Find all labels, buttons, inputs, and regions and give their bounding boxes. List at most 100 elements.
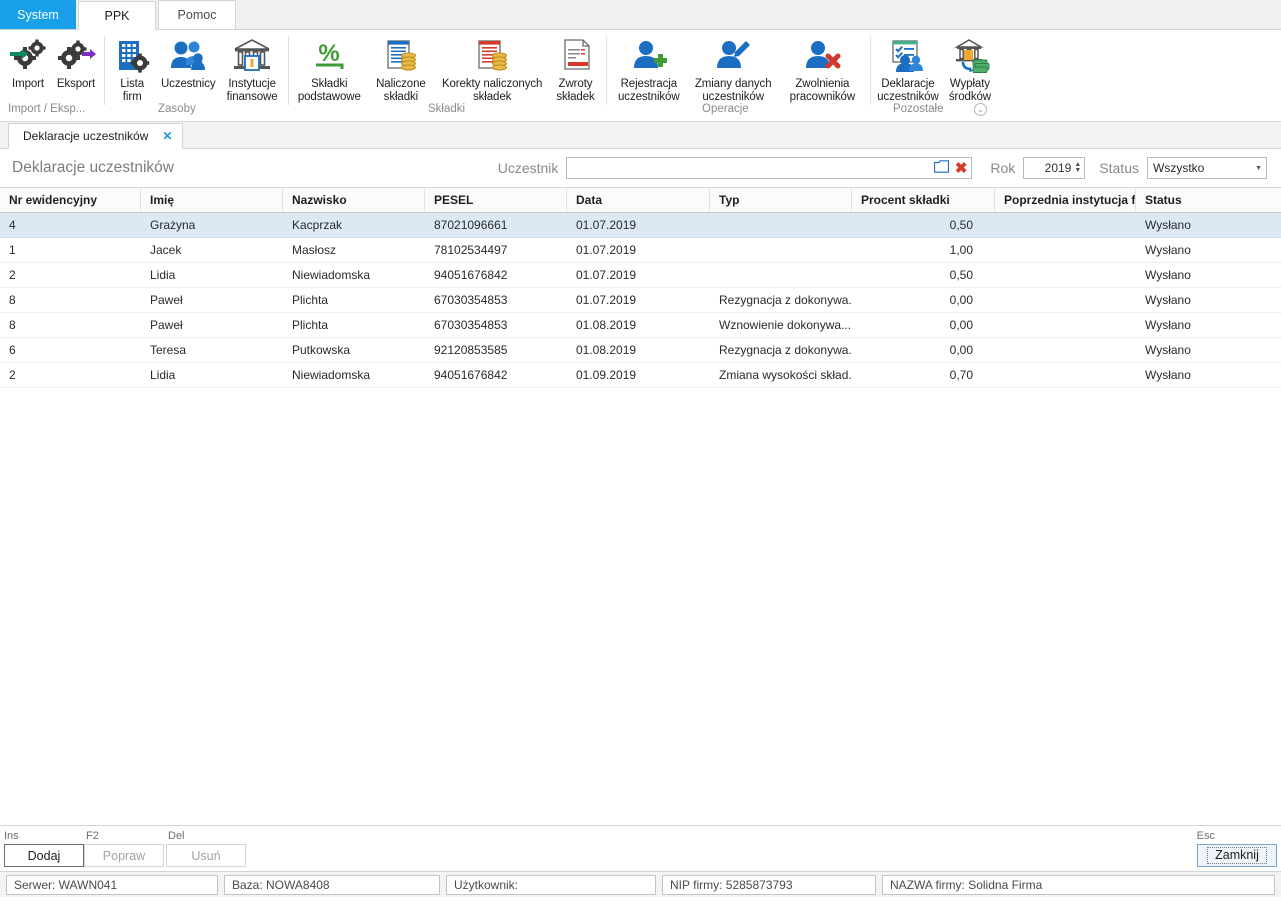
ribbon-button-zwroty-skladek[interactable]: Zwroty składek	[549, 30, 602, 121]
cell-data: 01.07.2019	[576, 293, 637, 307]
ribbon-button-skladki-podstawowe[interactable]: % Składki podstawowe	[292, 30, 367, 121]
checklist-people-icon	[886, 36, 930, 76]
percent-icon: %	[307, 36, 351, 76]
ribbon-button-deklaracje-uczestnikow[interactable]: Deklaracje uczestników	[874, 30, 942, 121]
cell-imie: Jacek	[150, 243, 182, 257]
filter-bar: Deklaracje uczestników Uczestnik ✖ Rok 2…	[0, 149, 1281, 187]
chevron-down-icon[interactable]: ▼	[1255, 165, 1262, 172]
cell-status: Wysłano	[1145, 218, 1191, 232]
cell-status: Wysłano	[1145, 243, 1191, 257]
column-header-status[interactable]: Status	[1136, 188, 1281, 212]
close-button[interactable]: Zamknij	[1197, 844, 1277, 867]
ribbon-button-rejestracja-uczestnikow[interactable]: Rejestracja uczestników	[610, 30, 688, 121]
import-gears-icon	[6, 36, 50, 76]
page-title: Deklaracje uczestników	[12, 159, 174, 176]
column-header-procent-skladki[interactable]: Procent składki	[852, 188, 995, 212]
ribbon-button-lista-firm[interactable]: Lista firm	[108, 30, 156, 121]
cell-status: Wysłano	[1145, 368, 1191, 382]
status-server: Serwer: WAWN041	[6, 874, 218, 895]
cell-nazwisko: Kacprzak	[292, 218, 343, 232]
document-tab-bar: Deklaracje uczestników ✕	[0, 122, 1281, 149]
ribbon-tab-system[interactable]: System	[0, 0, 76, 29]
status-select[interactable]: Wszystko ▼	[1147, 157, 1267, 179]
hotkey-esc: Esc	[1196, 830, 1215, 842]
cell-pesel: 67030354853	[434, 318, 508, 332]
cell-nazwisko: Plichta	[292, 318, 329, 332]
ribbon-button-wyplaty-srodkow[interactable]: Wypłaty środków	[942, 30, 998, 121]
ribbon-button-zwroty-skladek-label: Zwroty składek	[556, 78, 595, 103]
cell-data: 01.08.2019	[576, 318, 637, 332]
delete-button[interactable]: Usuń	[166, 844, 246, 867]
cell-nr: 8	[9, 318, 16, 332]
column-header-pesel[interactable]: PESEL	[425, 188, 567, 212]
column-header-typ[interactable]: Typ	[710, 188, 852, 212]
cell-poprzednia	[995, 313, 1136, 337]
table-row[interactable]: 8 Paweł Plichta 67030354853 01.07.2019 R…	[0, 288, 1281, 313]
table-row[interactable]: 6 Teresa Putkowska 92120853585 01.08.201…	[0, 338, 1281, 363]
document-tab-deklaracje-uczestnikow[interactable]: Deklaracje uczestników ✕	[8, 123, 184, 149]
ribbon-tab-system-label: System	[17, 8, 59, 22]
cell-status: Wysłano	[1145, 318, 1191, 332]
edit-button[interactable]: Popraw	[84, 844, 164, 867]
ribbon-button-korekty-naliczonych-skladek[interactable]: Korekty naliczonych składek	[435, 30, 549, 121]
cell-poprzednia	[995, 363, 1136, 387]
close-icon[interactable]: ✕	[162, 129, 172, 143]
status-company: NAZWA firmy: Solidna Firma	[882, 874, 1275, 895]
table-header-row: Nr ewidencyjny Imię Nazwisko PESEL Data …	[0, 187, 1281, 213]
cell-typ: Rezygnacja z dokonywa...	[719, 343, 852, 357]
ribbon-button-uczestnicy-label: Uczestnicy	[160, 78, 216, 90]
table-row[interactable]: 2 Lidia Niewiadomska 94051676842 01.09.2…	[0, 363, 1281, 388]
table-row[interactable]: 8 Paweł Plichta 67030354853 01.08.2019 W…	[0, 313, 1281, 338]
cell-pesel: 87021096661	[434, 218, 508, 232]
table-row[interactable]: 1 Jacek Masłosz 78102534497 01.07.2019 1…	[0, 238, 1281, 263]
ribbon-button-zmiany-danych-uczestnikow[interactable]: Zmiany danych uczestników	[688, 30, 779, 121]
uczestnik-input[interactable]: ✖	[566, 157, 973, 179]
status-nip: NIP firmy: 5285873793	[662, 874, 876, 895]
rok-stepper[interactable]: 2019 ▲ ▼	[1023, 157, 1086, 179]
cell-nazwisko: Masłosz	[292, 243, 337, 257]
cell-status: Wysłano	[1145, 343, 1191, 357]
bank-money-icon	[948, 36, 992, 76]
building-gear-icon	[110, 36, 154, 76]
cell-pesel: 94051676842	[434, 368, 508, 382]
user-edit-icon	[711, 36, 755, 76]
cell-pesel: 94051676842	[434, 268, 508, 282]
cell-nazwisko: Plichta	[292, 293, 329, 307]
ribbon-button-uczestnicy[interactable]: Uczestnicy	[156, 30, 220, 121]
red-x-icon[interactable]: ✖	[955, 161, 968, 176]
uczestnik-label: Uczestnik	[497, 160, 559, 176]
svg-text:%: %	[319, 40, 340, 67]
ribbon-button-eksport[interactable]: Eksport	[52, 30, 100, 121]
cell-status: Wysłano	[1145, 293, 1191, 307]
edit-button-label: Popraw	[102, 848, 146, 863]
add-button[interactable]: Dodaj	[4, 844, 84, 867]
cell-nr: 2	[9, 368, 16, 382]
cell-imie: Grażyna	[150, 218, 196, 232]
ribbon-button-instytucje-finansowe[interactable]: Instytucje finansowe	[220, 30, 284, 121]
column-header-nazwisko[interactable]: Nazwisko	[283, 188, 425, 212]
folder-icon[interactable]	[933, 160, 949, 176]
column-header-imie[interactable]: Imię	[141, 188, 283, 212]
cell-poprzednia	[995, 263, 1136, 287]
cell-nr: 8	[9, 293, 16, 307]
cell-imie: Lidia	[150, 268, 176, 282]
ribbon-tab-pomoc[interactable]: Pomoc	[158, 0, 236, 29]
cell-typ	[710, 238, 852, 262]
cell-data: 01.09.2019	[576, 368, 637, 382]
column-header-poprzednia-instytucja[interactable]: Poprzednia instytucja f...	[995, 188, 1136, 212]
cell-typ: Wznowienie dokonywa...	[719, 318, 852, 332]
column-header-nr-ewidencyjny[interactable]: Nr ewidencyjny	[0, 188, 141, 212]
ribbon-button-naliczone-skladki[interactable]: Naliczone składki	[367, 30, 436, 121]
table-row[interactable]: 2 Lidia Niewiadomska 94051676842 01.07.2…	[0, 263, 1281, 288]
table-row[interactable]: 4 Grażyna Kacprzak 87021096661 01.07.201…	[0, 213, 1281, 238]
cell-nr: 1	[9, 243, 16, 257]
ribbon-button-eksport-label: Eksport	[56, 78, 96, 90]
spinner-arrows-icon[interactable]: ▲ ▼	[1074, 161, 1081, 174]
ribbon-button-zwolnienia-pracownikow[interactable]: Zwolnienia pracowników	[779, 30, 866, 121]
column-header-data[interactable]: Data	[567, 188, 710, 212]
ribbon-button-import[interactable]: Import	[4, 30, 52, 121]
cell-pesel: 92120853585	[434, 343, 508, 357]
cell-procent: 1,00	[949, 243, 973, 257]
cell-poprzednia	[995, 213, 1136, 237]
ribbon-tab-ppk[interactable]: PPK	[78, 1, 156, 30]
